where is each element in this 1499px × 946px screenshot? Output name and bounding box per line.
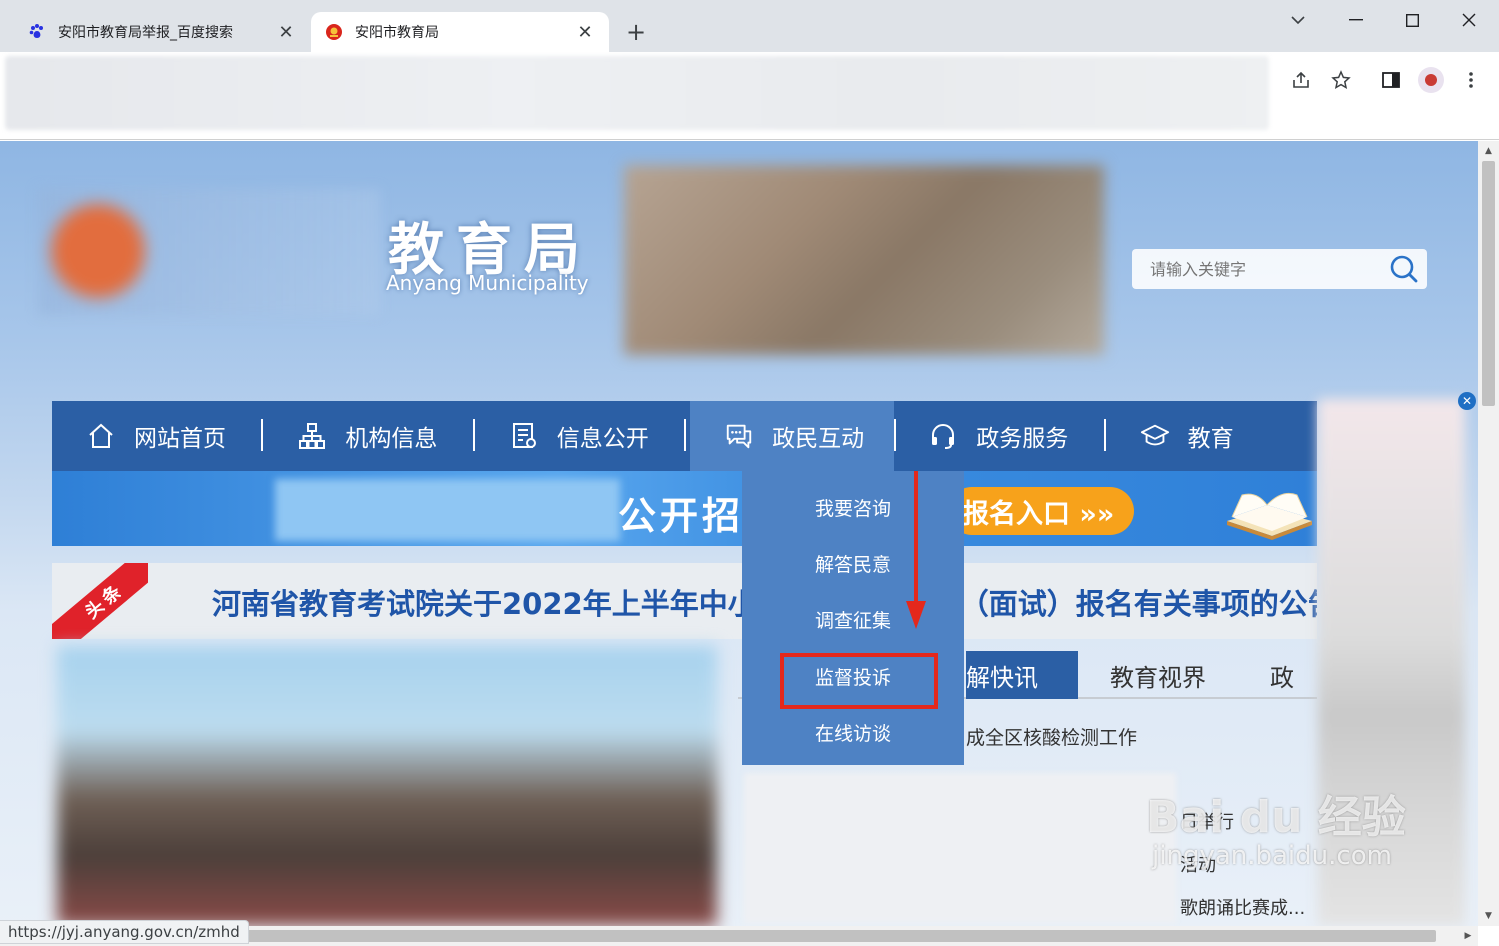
nav-divider: [894, 419, 897, 451]
content-tabs: 解快讯 教育视界 政: [966, 651, 1326, 699]
scroll-up-icon[interactable]: ▲: [1478, 143, 1499, 159]
maximize-button[interactable]: [1392, 6, 1432, 34]
nav-interaction[interactable]: 政民互动: [690, 401, 895, 471]
baidu-watermark-url: jingyan.baidu.com: [1152, 841, 1392, 871]
red-arrow-annotation: [906, 471, 926, 629]
tab-search-icon[interactable]: [1278, 6, 1318, 34]
browser-tab-baidu[interactable]: 安阳市教育局举报_百度搜索 ✕: [14, 12, 310, 52]
page-viewport: 教育局 Anyang Municipality 公开招 报名入口 »» 头条 河…: [0, 141, 1478, 926]
header-image: [624, 165, 1104, 355]
profile-avatar[interactable]: [1416, 65, 1446, 95]
nav-education[interactable]: 教育: [1106, 401, 1317, 471]
search-box: [1132, 249, 1427, 289]
emblem-icon: [325, 23, 343, 41]
nav-label: 教育: [1187, 426, 1234, 452]
nav-label: 机构信息: [345, 426, 438, 452]
graduation-cap-icon: [1140, 421, 1170, 451]
nav-divider: [684, 419, 687, 451]
menu-kebab-icon[interactable]: [1456, 65, 1486, 95]
nav-gov-services[interactable]: 政务服务: [894, 401, 1106, 471]
baidu-paw-icon: [28, 23, 46, 41]
tab-government[interactable]: 政: [1238, 651, 1326, 699]
share-icon[interactable]: [1286, 65, 1316, 95]
menu-item-interview[interactable]: 在线访谈: [742, 712, 964, 752]
browser-tab-bar: 安阳市教育局举报_百度搜索 ✕ 安阳市教育局 ✕ +: [0, 0, 1499, 52]
headline-ribbon: 头条: [52, 563, 148, 639]
scroll-thumb[interactable]: [236, 930, 1436, 942]
close-window-button[interactable]: [1449, 6, 1489, 34]
nav-info-disclosure[interactable]: 信息公开: [475, 401, 687, 471]
nav-org-info[interactable]: 机构信息: [263, 401, 475, 471]
news-item[interactable]: 成全区核酸检测工作: [966, 723, 1137, 750]
side-panel-icon[interactable]: [1376, 65, 1406, 95]
tab-education-view[interactable]: 教育视界: [1078, 651, 1238, 699]
site-logo[interactable]: [38, 189, 380, 315]
document-icon: [509, 421, 539, 451]
nav-home[interactable]: 网站首页: [52, 401, 264, 471]
home-icon: [86, 421, 116, 451]
interaction-dropdown: 我要咨询 解答民意 调查征集 监督投诉 在线访谈: [742, 471, 964, 765]
nav-label: 网站首页: [134, 426, 226, 452]
news-item[interactable]: 歌朗诵比赛成...: [1180, 894, 1305, 920]
banner-blurred-title: [275, 479, 620, 541]
chat-icon: [724, 421, 754, 451]
close-tab-icon[interactable]: ✕: [276, 22, 296, 43]
headset-icon: [928, 421, 958, 451]
baidu-watermark: Bai du 经验: [1146, 792, 1406, 843]
tab-title: 安阳市教育局: [355, 25, 439, 41]
site-subtitle: Anyang Municipality: [386, 271, 589, 295]
tab-title: 安阳市教育局举报_百度搜索: [58, 25, 233, 41]
news-photo[interactable]: [57, 646, 717, 926]
close-icon[interactable]: ✕: [1458, 392, 1476, 410]
minimize-button[interactable]: [1336, 6, 1376, 34]
scroll-down-icon[interactable]: ▼: [1478, 908, 1499, 924]
news-list-blurred: [744, 773, 1176, 923]
nav-label: 信息公开: [556, 426, 649, 452]
search-input[interactable]: [1150, 259, 1380, 279]
bookmark-star-icon[interactable]: [1326, 65, 1356, 95]
tab-news[interactable]: 解快讯: [966, 651, 1078, 699]
status-url: https://jyj.anyang.gov.cn/zmhd: [0, 920, 249, 944]
main-nav: 网站首页 机构信息 信息公开 政民互动 政务服务 教育: [52, 401, 1317, 471]
close-tab-icon[interactable]: ✕: [575, 22, 595, 43]
complaint-highlight-box: [780, 653, 938, 709]
recruitment-banner[interactable]: 公开招 报名入口 »»: [52, 471, 1317, 546]
book-icon: [1227, 492, 1312, 540]
browser-tab-anyang[interactable]: 安阳市教育局 ✕: [311, 12, 609, 52]
browser-toolbar: [0, 52, 1499, 140]
scroll-right-icon[interactable]: ▶: [1460, 926, 1476, 946]
register-entry-button[interactable]: 报名入口 »»: [948, 487, 1134, 535]
new-tab-button[interactable]: +: [622, 18, 650, 46]
org-chart-icon: [297, 421, 327, 451]
headline-badge: 头条: [52, 563, 148, 639]
nav-label: 政民互动: [772, 426, 865, 452]
scroll-thumb[interactable]: [1482, 161, 1495, 406]
nav-label: 政务服务: [976, 426, 1069, 452]
vertical-scrollbar[interactable]: ▲ ▼: [1478, 141, 1499, 926]
headline-bar: 头条 河南省教育考试院关于2022年上半年中小学教师资格考试（面试）报名有关事项…: [52, 563, 1317, 639]
search-icon[interactable]: [1387, 253, 1421, 285]
banner-text: 公开招: [618, 494, 745, 538]
address-bar[interactable]: [5, 56, 1269, 130]
